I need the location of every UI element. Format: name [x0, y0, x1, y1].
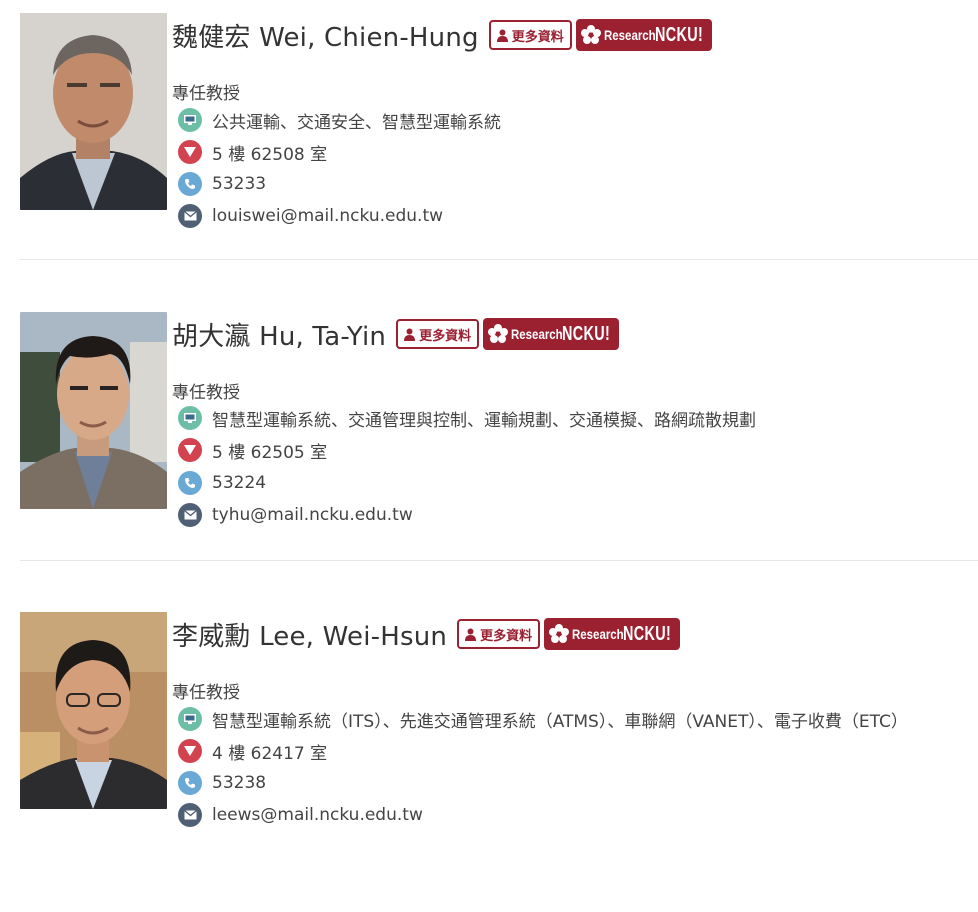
ncku-flower-icon	[549, 624, 570, 643]
email-link[interactable]: louiswei@mail.ncku.edu.tw	[212, 206, 443, 226]
email-link[interactable]: leews@mail.ncku.edu.tw	[212, 805, 423, 825]
email-row: louiswei@mail.ncku.edu.tw	[178, 203, 443, 229]
location-pin-icon	[178, 438, 202, 462]
divider	[20, 259, 978, 260]
envelope-icon	[178, 803, 202, 827]
research-row: 智慧型運輸系統、交通管理與控制、運輸規劃、交通模擬、路網疏散規劃	[178, 405, 756, 431]
monitor-icon	[178, 406, 202, 430]
user-icon	[465, 628, 477, 641]
user-icon	[404, 328, 416, 341]
location-pin-icon	[178, 739, 202, 763]
monitor-icon	[178, 108, 202, 132]
ncku-flower-icon	[488, 324, 509, 343]
ncku-label: NCKU!	[623, 622, 672, 645]
research-ncku-button[interactable]: Research NCKU!	[575, 19, 712, 51]
person-title: 專任教授	[172, 383, 240, 403]
person-name: 李威勳 Lee, Wei-Hsun	[172, 621, 448, 652]
envelope-icon	[178, 204, 202, 228]
research-row: 公共運輸、交通安全、智慧型運輸系統	[178, 107, 501, 133]
research-label: Research	[603, 27, 656, 43]
divider	[20, 560, 978, 561]
phone-icon	[178, 471, 202, 495]
ncku-label: NCKU!	[654, 23, 703, 46]
room-row: 5 樓 62508 室	[178, 139, 327, 165]
person-title: 專任教授	[172, 84, 240, 104]
more-info-button[interactable]: 更多資料	[488, 20, 572, 50]
research-ncku-button[interactable]: Research NCKU!	[544, 618, 681, 650]
person-name: 胡大瀛 Hu, Ta-Yin	[172, 321, 387, 352]
room-text: 5 樓 62505 室	[212, 442, 328, 463]
faculty-card: 魏健宏 Wei, Chien-Hung 更多資料 Research NCKU! …	[0, 13, 978, 313]
profile-photo	[20, 612, 167, 809]
room-row: 5 樓 62505 室	[178, 437, 327, 463]
email-row: leews@mail.ncku.edu.tw	[178, 802, 423, 828]
research-ncku-button[interactable]: Research NCKU!	[483, 318, 620, 350]
phone-row: 53238	[178, 770, 266, 796]
ncku-flower-icon	[580, 25, 601, 44]
profile-photo	[20, 312, 167, 509]
monitor-icon	[178, 707, 202, 731]
more-info-label: 更多資料	[419, 328, 472, 344]
person-name: 魏健宏 Wei, Chien-Hung	[172, 22, 479, 53]
phone-row: 53233	[178, 171, 266, 197]
user-icon	[496, 29, 508, 42]
phone-icon	[178, 771, 202, 795]
phone-text: 53233	[212, 174, 267, 194]
phone-text: 53238	[212, 773, 267, 793]
person-title: 專任教授	[172, 683, 240, 703]
phone-text: 53224	[212, 473, 267, 493]
research-text: 公共運輸、交通安全、智慧型運輸系統	[212, 112, 501, 133]
phone-icon	[178, 172, 202, 196]
email-link[interactable]: tyhu@mail.ncku.edu.tw	[212, 505, 413, 525]
research-row: 智慧型運輸系統（ITS）、先進交通管理系統（ATMS）、車聯網（VANET）、電…	[178, 706, 908, 732]
envelope-icon	[178, 503, 202, 527]
more-info-label: 更多資料	[480, 628, 533, 644]
research-label: Research	[511, 326, 563, 342]
more-info-button[interactable]: 更多資料	[457, 619, 541, 649]
faculty-card: 李威勳 Lee, Wei-Hsun 更多資料 Research NCKU! 專任…	[0, 612, 978, 912]
room-row: 4 樓 62417 室	[178, 738, 327, 764]
research-text: 智慧型運輸系統（ITS）、先進交通管理系統（ATMS）、車聯網（VANET）、電…	[212, 711, 908, 732]
research-text: 智慧型運輸系統、交通管理與控制、運輸規劃、交通模擬、路網疏散規劃	[212, 410, 756, 431]
more-info-button[interactable]: 更多資料	[396, 319, 480, 349]
room-text: 5 樓 62508 室	[212, 144, 328, 165]
room-text: 4 樓 62417 室	[212, 743, 328, 764]
more-info-label: 更多資料	[511, 29, 564, 45]
email-row: tyhu@mail.ncku.edu.tw	[178, 502, 413, 528]
ncku-label: NCKU!	[562, 322, 611, 345]
phone-row: 53224	[178, 470, 266, 496]
faculty-card: 胡大瀛 Hu, Ta-Yin 更多資料 Research NCKU! 專任教授 …	[0, 312, 978, 612]
profile-photo	[20, 13, 167, 210]
research-label: Research	[572, 626, 624, 642]
location-pin-icon	[178, 140, 202, 164]
